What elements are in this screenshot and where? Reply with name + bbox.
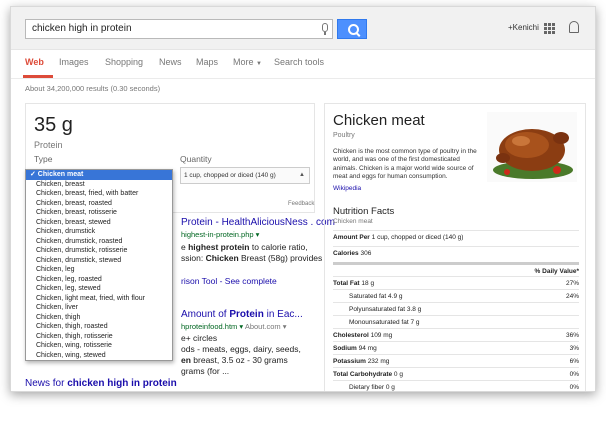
quantity-label: Quantity bbox=[180, 154, 212, 164]
search-icon-handle bbox=[355, 32, 361, 37]
result-title[interactable]: Amount of Protein in Eac... bbox=[181, 309, 303, 320]
result-url[interactable]: hproteinfood.htm ▾ About.com ▾ bbox=[181, 322, 287, 331]
notification-bell-icon[interactable] bbox=[569, 21, 579, 33]
user-link[interactable]: +Kenichi bbox=[508, 23, 539, 32]
result-snippet: en breast, 3.5 oz - 30 grams bbox=[181, 355, 288, 365]
tab-more-label: More bbox=[233, 57, 254, 67]
result-snippet: ods - meats, eggs, dairy, seeds, bbox=[181, 344, 301, 354]
dropdown-option[interactable]: Chicken, drumstick, stewed bbox=[26, 256, 172, 266]
active-tab-indicator bbox=[23, 75, 53, 78]
dropdown-option[interactable]: Chicken, thigh, roasted bbox=[26, 322, 172, 332]
result-url-text: highest-in-protein.php bbox=[181, 230, 254, 239]
feedback-link[interactable]: Feedback bbox=[288, 201, 314, 207]
panel-title: Chicken meat bbox=[333, 112, 425, 129]
apps-grid-icon[interactable] bbox=[544, 23, 555, 34]
dropdown-option[interactable]: Chicken, breast, rotisserie bbox=[26, 208, 172, 218]
result-snippet: ssion: Chicken Breast (58g) provides bbox=[181, 253, 323, 263]
tab-web[interactable]: Web bbox=[25, 57, 44, 67]
nutrition-facts-subtitle: Chicken meat bbox=[333, 218, 373, 225]
nutrition-row: Saturated fat 4.9 g 24% bbox=[333, 289, 579, 303]
nutrition-facts-title: Nutrition Facts bbox=[333, 206, 395, 217]
wikipedia-link[interactable]: Wikipedia bbox=[333, 185, 361, 192]
microphone-icon[interactable] bbox=[322, 23, 328, 32]
top-bar: chicken high in protein +Kenichi bbox=[11, 7, 595, 50]
microphone-stand-icon bbox=[324, 32, 326, 35]
answer-nutrient: Protein bbox=[34, 140, 63, 150]
updown-arrow-icon: ▲ bbox=[299, 172, 305, 178]
type-label: Type bbox=[34, 154, 53, 164]
search-query: chicken high in protein bbox=[32, 23, 132, 34]
chevron-down-icon: ▼ bbox=[256, 61, 262, 67]
chevron-down-icon: ▾ bbox=[282, 322, 287, 331]
dropdown-option[interactable]: Chicken, wing, stewed bbox=[26, 351, 172, 361]
result-snippet: e highest protein to calorie ratio, bbox=[181, 242, 308, 252]
result-site: About.com bbox=[244, 322, 281, 331]
dropdown-option[interactable]: Chicken, breast bbox=[26, 180, 172, 190]
quantity-select[interactable]: 1 cup, chopped or diced (140 g) ▲ bbox=[180, 167, 310, 184]
dropdown-option[interactable]: Chicken, light meat, fried, with flour bbox=[26, 294, 172, 304]
tab-images[interactable]: Images bbox=[59, 57, 89, 67]
result-sitelink[interactable]: rison Tool - See complete bbox=[181, 276, 277, 286]
result-snippet: grams (for ... bbox=[181, 366, 230, 376]
knowledge-panel: Chicken meat Poultry Chicken is the most… bbox=[324, 103, 586, 391]
dropdown-option[interactable]: Chicken, drumstick, roasted bbox=[26, 237, 172, 247]
tab-maps[interactable]: Maps bbox=[196, 57, 218, 67]
quantity-value: 1 cup, chopped or diced (140 g) bbox=[184, 172, 276, 179]
nutrition-row: Polyunsaturated fat 3.8 g bbox=[333, 302, 579, 316]
search-tabs: Web Images Shopping News Maps More ▼ Sea… bbox=[11, 50, 595, 79]
result-url[interactable]: highest-in-protein.php ▾ bbox=[181, 230, 259, 239]
nutrition-amount-row: Amount Per 1 cup, chopped or diced (140 … bbox=[333, 230, 579, 244]
dropdown-option[interactable]: Chicken, wing, rotisserie bbox=[26, 341, 172, 351]
dropdown-option[interactable]: Chicken, breast, fried, with batter bbox=[26, 189, 172, 199]
dropdown-option[interactable]: Chicken, breast, roasted bbox=[26, 199, 172, 209]
nutrition-row: Monounsaturated fat 7 g bbox=[333, 315, 579, 329]
dropdown-option[interactable]: Chicken, breast, stewed bbox=[26, 218, 172, 228]
dropdown-option[interactable]: ✓ Chicken meat bbox=[26, 170, 172, 180]
result-stats: About 34,200,000 results (0.30 seconds) bbox=[25, 84, 161, 93]
dropdown-option[interactable]: Chicken, leg, roasted bbox=[26, 275, 172, 285]
dropdown-option[interactable]: Chicken, leg bbox=[26, 265, 172, 275]
tab-news[interactable]: News bbox=[159, 57, 182, 67]
panel-description: Chicken is the most common type of poult… bbox=[333, 148, 477, 181]
tab-shopping[interactable]: Shopping bbox=[105, 57, 143, 67]
type-dropdown[interactable]: ✓ Chicken meat Chicken, breast Chicken, … bbox=[25, 169, 173, 361]
nutrition-row: Total Carbohydrate 0 g 0% bbox=[333, 367, 579, 381]
result-snippet: e+ circles bbox=[181, 333, 218, 343]
browser-window: chicken high in protein +Kenichi Web Ima… bbox=[10, 6, 596, 392]
chevron-down-icon: ▾ bbox=[239, 322, 244, 331]
nutrition-row: Potassium 232 mg 6% bbox=[333, 354, 579, 368]
dropdown-option[interactable]: Chicken, drumstick bbox=[26, 227, 172, 237]
panel-subtitle: Poultry bbox=[333, 132, 355, 139]
result-url-text: hproteinfood.htm bbox=[181, 322, 238, 331]
chevron-down-icon: ▾ bbox=[255, 230, 260, 239]
tab-more[interactable]: More ▼ bbox=[233, 57, 262, 67]
news-link[interactable]: News for chicken high in protein bbox=[25, 378, 177, 389]
dropdown-option[interactable]: Chicken, liver bbox=[26, 303, 172, 313]
dropdown-option[interactable]: Chicken, leg, stewed bbox=[26, 284, 172, 294]
search-input[interactable]: chicken high in protein bbox=[25, 19, 333, 39]
nutrition-row: Sodium 94 mg 3% bbox=[333, 341, 579, 355]
answer-value: 35 g bbox=[34, 114, 73, 136]
search-button[interactable] bbox=[337, 19, 367, 39]
dropdown-option[interactable]: Chicken, thigh, rotisserie bbox=[26, 332, 172, 342]
roast-chicken-image[interactable] bbox=[487, 112, 577, 182]
dropdown-option[interactable]: Chicken, drumstick, rotisserie bbox=[26, 246, 172, 256]
nutrition-row: Dietary fiber 0 g 0% bbox=[333, 380, 579, 391]
tab-search-tools[interactable]: Search tools bbox=[274, 57, 324, 67]
dropdown-option[interactable]: Chicken, thigh bbox=[26, 313, 172, 323]
nutrition-row: Total Fat 18 g 27% bbox=[333, 276, 579, 290]
nutrition-row: Cholesterol 109 mg 36% bbox=[333, 328, 579, 342]
nutrition-calories-row: Calories 306 bbox=[333, 246, 579, 260]
result-title[interactable]: Protein - HealthAliciousNess . com bbox=[181, 217, 335, 228]
